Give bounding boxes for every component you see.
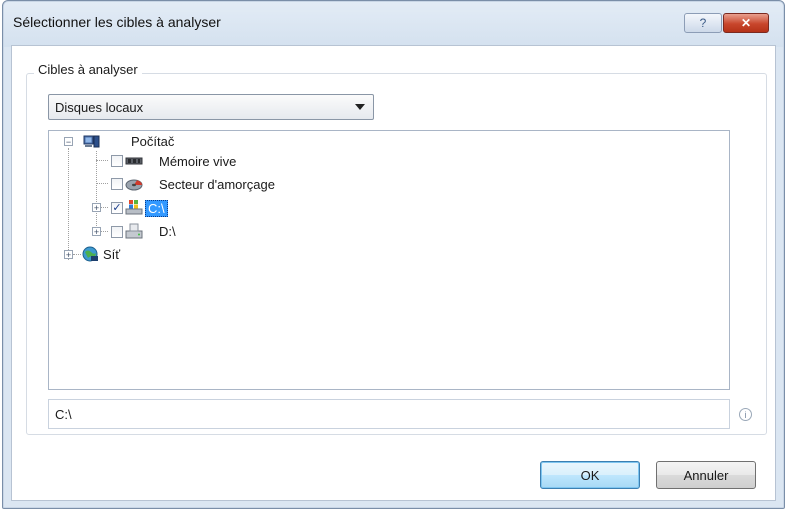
tree-line xyxy=(101,231,108,232)
group-label: Cibles à analyser xyxy=(34,62,142,77)
hard-drive-icon xyxy=(125,223,143,239)
expand-expander[interactable]: + xyxy=(92,203,101,213)
tree-line xyxy=(96,151,97,236)
cancel-button[interactable]: Annuler xyxy=(656,461,756,489)
tree-line xyxy=(96,183,108,184)
title-bar[interactable]: Sélectionner les cibles à analyser ? ✕ xyxy=(3,1,784,45)
ok-button[interactable]: OK xyxy=(540,461,640,489)
tree-line xyxy=(68,148,69,260)
computer-icon xyxy=(83,135,100,148)
boot-sector-icon xyxy=(125,179,143,191)
dialog-client-area: Cibles à analyser Disques locaux − Počít… xyxy=(11,45,776,501)
info-icon[interactable]: i xyxy=(739,408,752,421)
window-title: Sélectionner les cibles à analyser xyxy=(13,14,221,30)
tree-node-drive-c[interactable]: C:\ xyxy=(145,200,168,217)
close-icon: ✕ xyxy=(740,16,752,30)
tree-node-computer[interactable]: Počítač xyxy=(131,134,174,149)
expand-expander[interactable]: + xyxy=(92,227,101,237)
target-type-dropdown[interactable]: Disques locaux xyxy=(48,94,374,120)
system-drive-icon xyxy=(125,200,143,215)
help-icon: ? xyxy=(699,16,707,30)
target-tree[interactable]: − Počítač Mémoire vive Secteur d'amorçag… xyxy=(48,130,730,390)
tree-line xyxy=(101,207,108,208)
drive-d-checkbox[interactable] xyxy=(111,226,123,238)
tree-node-drive-d[interactable]: D:\ xyxy=(159,224,176,239)
drive-c-checkbox[interactable]: ✓ xyxy=(111,202,123,214)
boot-sector-checkbox[interactable] xyxy=(111,178,123,190)
expand-expander[interactable]: + xyxy=(64,250,73,260)
selected-path-field[interactable]: C:\ xyxy=(48,399,730,429)
help-button[interactable]: ? xyxy=(684,13,722,33)
tree-node-network[interactable]: Síť xyxy=(103,247,120,262)
memory-checkbox[interactable] xyxy=(111,155,123,167)
tree-node-boot-sector[interactable]: Secteur d'amorçage xyxy=(159,177,275,192)
network-icon xyxy=(82,246,98,262)
tree-node-memory[interactable]: Mémoire vive xyxy=(159,154,236,169)
selected-path-value: C:\ xyxy=(55,406,72,422)
tree-line xyxy=(73,254,81,255)
memory-chip-icon xyxy=(125,157,143,165)
close-button[interactable]: ✕ xyxy=(723,13,769,33)
dropdown-value: Disques locaux xyxy=(55,99,144,115)
dialog-window: Sélectionner les cibles à analyser ? ✕ C… xyxy=(2,0,785,509)
chevron-down-icon xyxy=(355,104,365,110)
tree-line xyxy=(96,160,108,161)
collapse-expander[interactable]: − xyxy=(64,137,73,147)
